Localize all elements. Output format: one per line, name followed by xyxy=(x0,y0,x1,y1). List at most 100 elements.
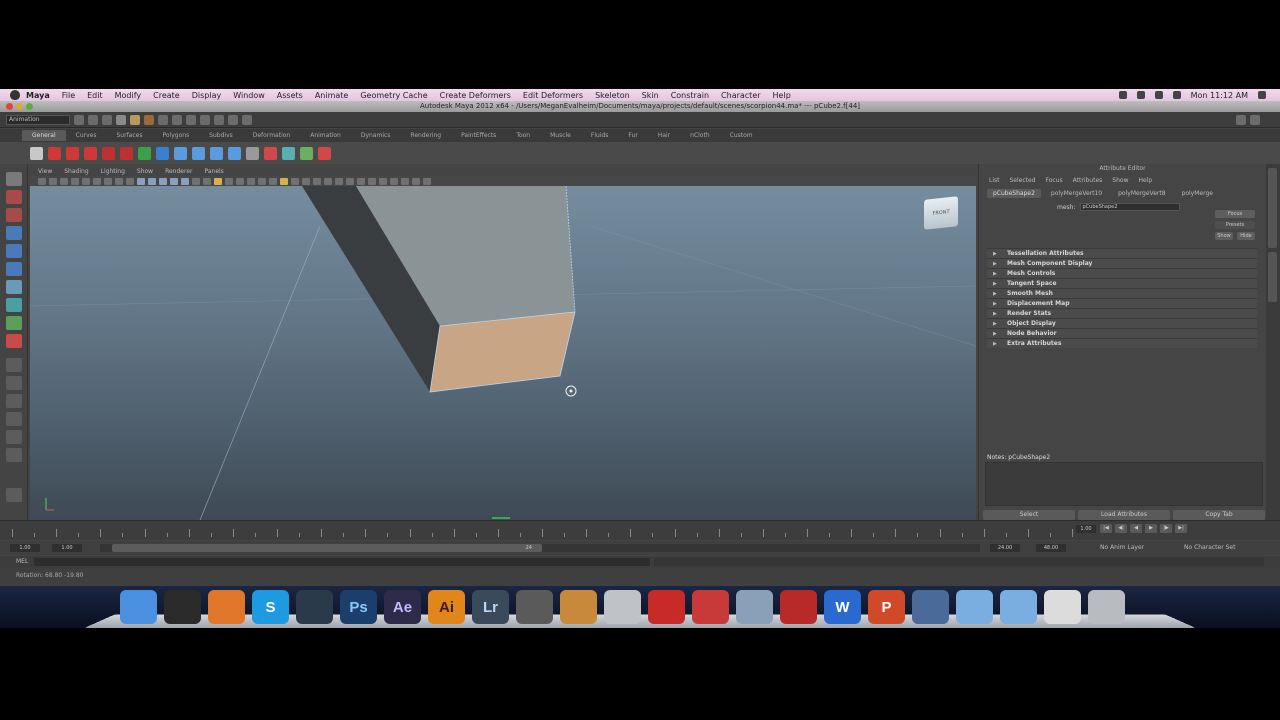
anim-layer-dropdown[interactable]: No Anim Layer xyxy=(1100,544,1144,551)
select-component-icon[interactable] xyxy=(144,114,154,125)
shelf-tool-icon[interactable] xyxy=(300,146,313,160)
dock-powerpoint-icon[interactable]: P xyxy=(868,590,905,624)
select-object-icon[interactable] xyxy=(130,114,140,125)
ae-menu-focus[interactable]: Focus xyxy=(1046,177,1063,184)
viewport-toolbar-icon[interactable] xyxy=(203,177,211,185)
viewport-toolbar-icon[interactable] xyxy=(159,177,167,185)
paint-select-tool-icon[interactable] xyxy=(5,208,22,222)
viewport-toolbar-icon[interactable] xyxy=(324,177,332,185)
status-menu-icon[interactable] xyxy=(1118,91,1127,99)
lasso-tool-icon[interactable] xyxy=(5,190,22,204)
viewport-toolbar-icon[interactable] xyxy=(269,177,277,185)
menu-animate[interactable]: Animate xyxy=(315,91,349,100)
layout-single-icon[interactable] xyxy=(5,358,22,372)
viewport-toolbar-icon[interactable] xyxy=(412,177,420,185)
viewport-menu-lighting[interactable]: Lighting xyxy=(101,168,125,175)
shelf-tab-toon[interactable]: Toon xyxy=(506,130,540,141)
history-icon[interactable] xyxy=(200,114,210,125)
menu-edit[interactable]: Edit xyxy=(87,91,103,100)
attribute-editor-tab[interactable] xyxy=(1268,252,1277,302)
dock-lightroom-icon[interactable]: Lr xyxy=(472,590,509,624)
menubar-clock[interactable]: Mon 11:12 AM xyxy=(1191,91,1248,100)
viewport-toolbar-icon[interactable] xyxy=(258,177,266,185)
shelf-tab-rendering[interactable]: Rendering xyxy=(400,130,451,141)
menu-skin[interactable]: Skin xyxy=(642,91,659,100)
save-scene-icon[interactable] xyxy=(102,114,112,125)
shelf-tool-icon[interactable] xyxy=(174,146,187,160)
layout-two-icon[interactable] xyxy=(5,394,22,408)
menu-app-name[interactable]: Maya xyxy=(26,91,50,100)
load-attributes-button[interactable]: Load Attributes xyxy=(1078,510,1170,520)
menu-constrain[interactable]: Constrain xyxy=(671,91,709,100)
focus-button[interactable]: Focus xyxy=(1215,210,1255,218)
shelf-tab-custom[interactable]: Custom xyxy=(720,130,763,141)
viewport-toolbar-icon[interactable] xyxy=(302,177,310,185)
last-tool-icon[interactable] xyxy=(5,334,22,348)
copy-tab-button[interactable]: Copy Tab xyxy=(1173,510,1265,520)
zoom-window-icon[interactable] xyxy=(26,103,33,110)
menu-help[interactable]: Help xyxy=(773,91,791,100)
shelf-tool-icon[interactable] xyxy=(30,146,43,160)
wifi-icon[interactable] xyxy=(1136,91,1145,99)
viewport-toolbar-icon[interactable] xyxy=(335,177,343,185)
shelf-tool-icon[interactable] xyxy=(228,146,241,160)
shelf-tab-painteffects[interactable]: PaintEffects xyxy=(451,130,506,141)
dock-preview-icon[interactable] xyxy=(736,590,773,624)
viewport-toolbar-icon[interactable] xyxy=(423,177,431,185)
ae-tab-polymergevert10[interactable]: polyMergeVert10 xyxy=(1045,189,1108,198)
viewport-toolbar-icon[interactable] xyxy=(170,177,178,185)
shelf-tool-icon[interactable] xyxy=(84,146,97,160)
character-set-dropdown[interactable]: No Character Set xyxy=(1184,544,1235,551)
section-displacement-map[interactable]: Displacement Map xyxy=(987,298,1257,309)
shelf-tool-icon[interactable] xyxy=(156,146,169,160)
section-node-behavior[interactable]: Node Behavior xyxy=(987,328,1257,339)
range-knob[interactable]: 24 xyxy=(112,544,542,552)
shelf-tool-icon[interactable] xyxy=(192,146,205,160)
notes-textarea[interactable] xyxy=(985,462,1263,506)
dock-maya-icon[interactable] xyxy=(296,590,333,624)
layout-hypershade-icon[interactable] xyxy=(5,448,22,462)
viewport-toolbar-icon[interactable] xyxy=(49,177,57,185)
shelf-tool-icon[interactable] xyxy=(120,146,133,160)
dock-trash-icon[interactable] xyxy=(1088,590,1125,624)
menu-display[interactable]: Display xyxy=(192,91,222,100)
section-extra-attributes[interactable]: Extra Attributes xyxy=(987,338,1257,349)
viewport-toolbar-icon[interactable] xyxy=(93,177,101,185)
ae-tab-polymergevert8[interactable]: polyMergeVert8 xyxy=(1112,189,1171,198)
dock-skype-icon[interactable]: S xyxy=(252,590,289,624)
viewport-toolbar-icon[interactable] xyxy=(181,177,189,185)
viewport-menu-renderer[interactable]: Renderer xyxy=(165,168,192,175)
go-to-start-button[interactable]: |◀ xyxy=(1100,524,1112,533)
shelf-tab-surfaces[interactable]: Surfaces xyxy=(106,130,152,141)
move-tool-icon[interactable] xyxy=(5,226,22,240)
close-window-icon[interactable] xyxy=(6,103,13,110)
viewport-toolbar-icon[interactable] xyxy=(60,177,68,185)
dock-firefox-icon[interactable] xyxy=(208,590,245,624)
shelf-tab-fur[interactable]: Fur xyxy=(618,130,647,141)
shelf-tool-icon[interactable] xyxy=(102,146,115,160)
soft-mod-tool-icon[interactable] xyxy=(5,298,22,312)
step-forward-key-button[interactable]: |▶ xyxy=(1160,524,1172,533)
step-back-key-button[interactable]: ◀| xyxy=(1115,524,1127,533)
ae-menu-show[interactable]: Show xyxy=(1112,177,1128,184)
section-mesh-controls[interactable]: Mesh Controls xyxy=(987,268,1257,279)
playback-end-field[interactable]: 24.00 xyxy=(990,544,1020,552)
dock-photo-booth-icon[interactable] xyxy=(780,590,817,624)
go-to-end-button[interactable]: ▶| xyxy=(1175,524,1187,533)
presets-button[interactable]: Presets xyxy=(1215,221,1255,229)
current-frame-field[interactable]: 1.00 xyxy=(1076,525,1096,533)
dock-applications-icon[interactable] xyxy=(956,590,993,624)
shelf-tab-hair[interactable]: Hair xyxy=(648,130,680,141)
viewport-toolbar-icon[interactable] xyxy=(247,177,255,185)
dock-final-cut-icon[interactable] xyxy=(516,590,553,624)
render-icon[interactable] xyxy=(214,114,224,125)
dock-printer-icon[interactable] xyxy=(604,590,641,624)
section-smooth-mesh[interactable]: Smooth Mesh xyxy=(987,288,1257,299)
viewport-toolbar-icon[interactable] xyxy=(280,177,288,185)
menu-edit-deformers[interactable]: Edit Deformers xyxy=(523,91,583,100)
viewport-toolbar-icon[interactable] xyxy=(291,177,299,185)
menu-character[interactable]: Character xyxy=(721,91,761,100)
show-manipulator-icon[interactable] xyxy=(5,316,22,330)
menu-geometry-cache[interactable]: Geometry Cache xyxy=(360,91,427,100)
spotlight-icon[interactable] xyxy=(1258,91,1266,99)
